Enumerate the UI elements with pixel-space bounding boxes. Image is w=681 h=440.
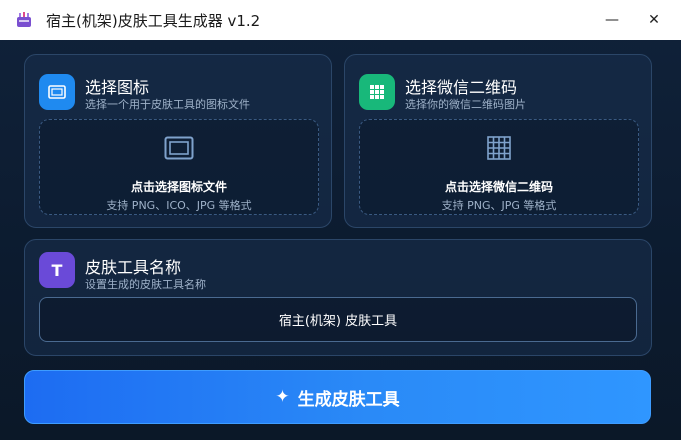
icon-panel-title: 选择图标 (85, 78, 150, 97)
icon-dropzone-hint: 支持 PNG、ICO、JPG 等格式 (106, 199, 252, 212)
icon-dropzone-label: 点击选择图标文件 (130, 180, 227, 194)
text-badge-letter: T (51, 260, 63, 280)
icon-select-panel: 选择图标 选择一个用于皮肤工具的图标文件 点击选择图标文件 支持 PNG、ICO… (24, 54, 332, 228)
close-button[interactable]: ✕ (631, 0, 677, 40)
qr-dropzone-label: 点击选择微信二维码 (444, 180, 553, 194)
app-window: 宿主(机架)皮肤工具生成器 v1.2 — ✕ 选择图标 选择一个用于皮肤工具的图… (0, 0, 681, 440)
generate-button[interactable]: ✦ 生成皮肤工具 (24, 370, 651, 424)
sparkle-icon: ✦ (275, 387, 290, 407)
qr-select-panel: 选择微信二维码 选择你的微信二维码图片 点击选择微信二维码 支持 PNG、JPG… (344, 54, 652, 228)
name-panel-title: 皮肤工具名称 (85, 258, 182, 277)
generate-button-label: 生成皮肤工具 (297, 389, 400, 410)
tool-name-panel: T 皮肤工具名称 设置生成的皮肤工具名称 (24, 239, 652, 356)
monitor-icon (39, 74, 75, 110)
grid-icon (359, 74, 395, 110)
text-badge-icon: T (39, 252, 75, 288)
icon-dropzone[interactable]: 点击选择图标文件 支持 PNG、ICO、JPG 等格式 (39, 119, 319, 215)
qr-panel-title: 选择微信二维码 (405, 78, 518, 97)
tool-name-input[interactable] (39, 297, 637, 342)
icon-panel-subtitle: 选择一个用于皮肤工具的图标文件 (85, 98, 250, 111)
monitor-icon (164, 136, 194, 164)
qr-dropzone-hint: 支持 PNG、JPG 等格式 (441, 199, 557, 212)
app-logo-icon (14, 10, 34, 30)
grid-icon (487, 136, 511, 164)
minimize-button[interactable]: — (589, 0, 635, 40)
qr-dropzone[interactable]: 点击选择微信二维码 支持 PNG、JPG 等格式 (359, 119, 639, 215)
qr-panel-subtitle: 选择你的微信二维码图片 (405, 98, 526, 111)
window-title: 宿主(机架)皮肤工具生成器 v1.2 (46, 11, 261, 30)
name-panel-subtitle: 设置生成的皮肤工具名称 (85, 278, 206, 291)
title-bar: 宿主(机架)皮肤工具生成器 v1.2 — ✕ (0, 0, 681, 40)
